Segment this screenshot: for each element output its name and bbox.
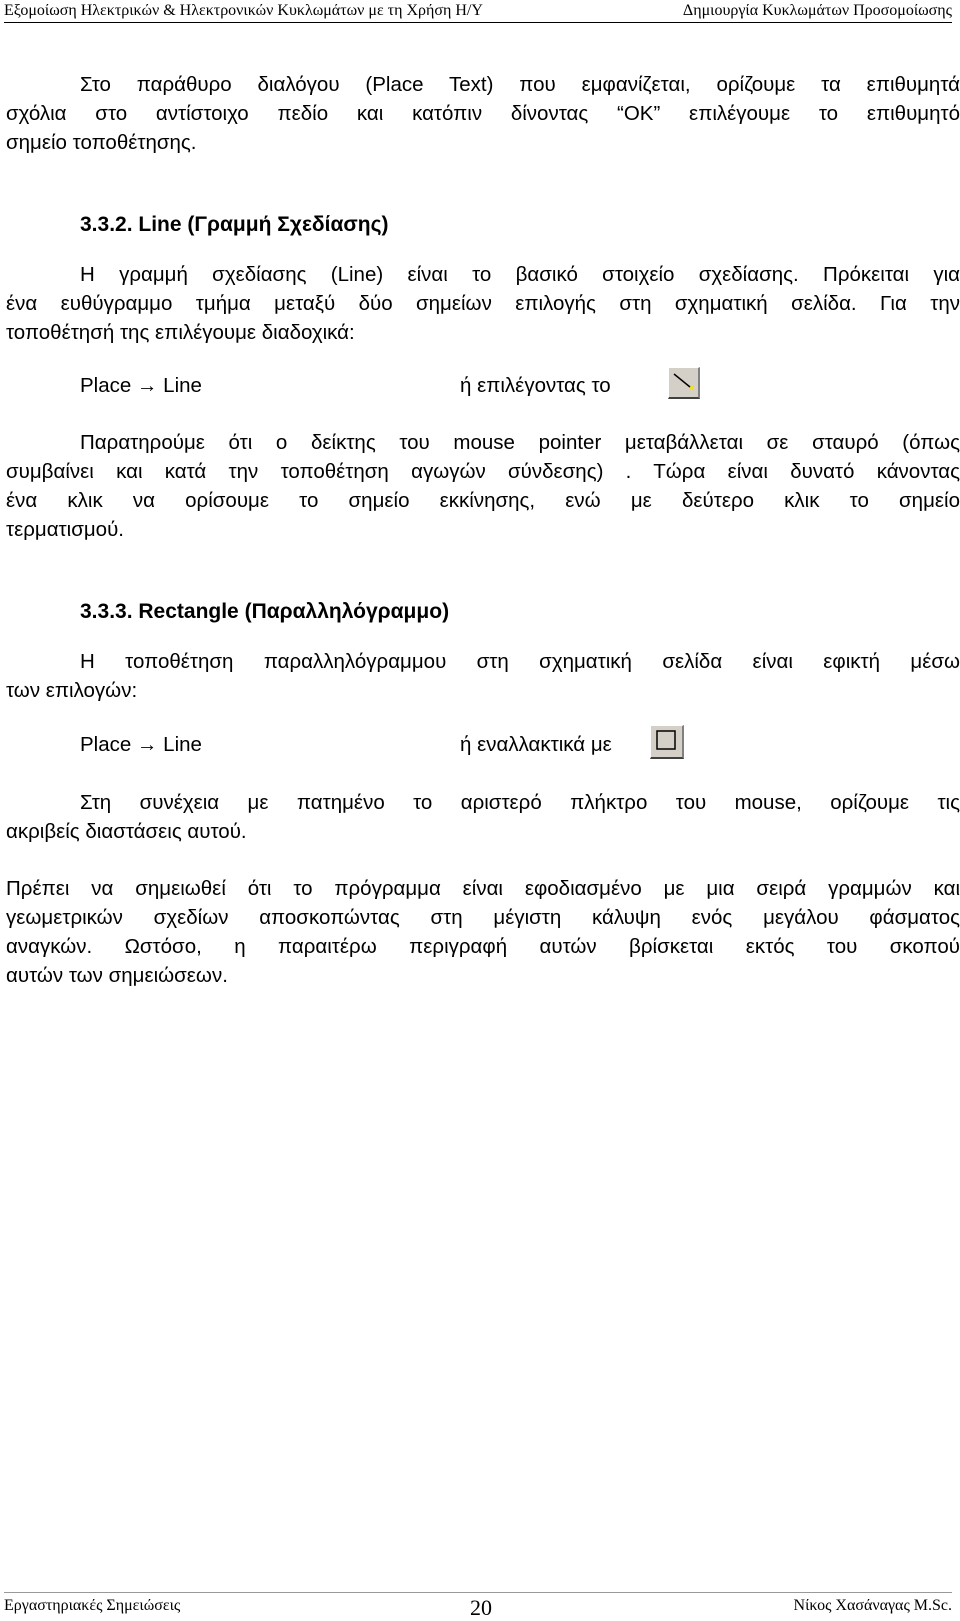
text-line: των επιλογών: xyxy=(6,679,138,702)
rectangle-paragraph-1: Η τοποθέτηση παραλληλόγραμμου στη σχηματ… xyxy=(6,647,960,705)
text-line: τερματισμού. xyxy=(6,518,124,541)
rectangle-menu-instruction: Place → Line ή εναλλακτικά με xyxy=(80,729,720,763)
text-line: αναγκών. Ωστόσο, η παραιτέρω περιγραφή α… xyxy=(6,935,960,958)
text-line: σχόλια στο αντίστοιχο πεδίο και κατόπιν … xyxy=(6,102,960,125)
intro-paragraph: Στο παράθυρο διαλόγου (Place Text) που ε… xyxy=(6,70,960,157)
header-chapter: Δημιουργία Κυκλωμάτων Προσομοίωσης xyxy=(682,2,952,19)
text-line: αυτών των σημειώσεων. xyxy=(6,964,228,987)
text-line: Στη συνέχεια με πατημένο το αριστερό πλή… xyxy=(80,791,960,814)
text-line: Στο παράθυρο διαλόγου (Place Text) που ε… xyxy=(80,73,960,96)
line-paragraph-1: Η γραμμή σχεδίασης (Line) είναι το βασικ… xyxy=(6,260,960,347)
text-line: τοποθέτησή της επιλέγουμε διαδοχικά: xyxy=(6,321,355,344)
text-line: ένα κλικ να ορίσουμε το σημείο εκκίνησης… xyxy=(6,489,960,512)
rectangle-tool-icon xyxy=(656,730,676,750)
menu-path: Place → Line xyxy=(80,374,202,397)
text-line: σημείο τοποθέτησης. xyxy=(6,131,197,154)
text-line: ακριβείς διαστάσεις αυτού. xyxy=(6,820,247,843)
text-line: Η τοποθέτηση παραλληλόγραμμου στη σχηματ… xyxy=(80,650,960,673)
rectangle-paragraph-3: Πρέπει να σημειωθεί ότι το πρόγραμμα είν… xyxy=(6,874,960,990)
text-line: γεωμετρικών σχεδίων αποσκοπώντας στη μέγ… xyxy=(6,906,960,929)
page-footer: Εργαστηριακές Σημειώσεις 20 Νίκος Χασάνα… xyxy=(4,1592,952,1620)
text-line: συμβαίνει και κατά την τοποθέτηση αγωγών… xyxy=(6,460,960,483)
footer-author: Νίκος Χασάναγας M.Sc. xyxy=(793,1597,952,1614)
menu-path: Place → Line xyxy=(80,733,202,756)
line-tool-button[interactable] xyxy=(668,367,700,399)
text-line: Παρατηρούμε ότι ο δείκτης του mouse poin… xyxy=(80,431,960,454)
rectangle-paragraph-2: Στη συνέχεια με πατημένο το αριστερό πλή… xyxy=(6,788,960,846)
header-title: Εξομοίωση Ηλεκτρικών & Ηλεκτρονικών Κυκλ… xyxy=(4,2,483,19)
page-header: Εξομοίωση Ηλεκτρικών & Ηλεκτρονικών Κυκλ… xyxy=(4,2,952,23)
section-heading-line: 3.3.2. Line (Γραμμή Σχεδίασης) xyxy=(80,213,389,236)
page-number: 20 xyxy=(470,1595,492,1620)
footer-notes-title: Εργαστηριακές Σημειώσεις xyxy=(4,1597,181,1614)
text-line: ένα ευθύγραμμο τμήμα μεταξύ δύο σημείων … xyxy=(6,292,960,315)
text-line: Πρέπει να σημειωθεί ότι το πρόγραμμα είν… xyxy=(6,877,960,900)
line-paragraph-2: Παρατηρούμε ότι ο δείκτης του mouse poin… xyxy=(6,428,960,544)
alternative-text: ή επιλέγοντας το xyxy=(460,374,611,397)
line-menu-instruction: Place → Line ή επιλέγοντας το xyxy=(80,370,720,404)
text-line: Η γραμμή σχεδίασης (Line) είναι το βασικ… xyxy=(80,263,960,286)
alternative-text: ή εναλλακτικά με xyxy=(460,733,612,756)
section-heading-rectangle: 3.3.3. Rectangle (Παραλληλόγραμμο) xyxy=(80,600,450,623)
line-tool-icon xyxy=(673,373,695,391)
rectangle-tool-button[interactable] xyxy=(650,725,684,759)
